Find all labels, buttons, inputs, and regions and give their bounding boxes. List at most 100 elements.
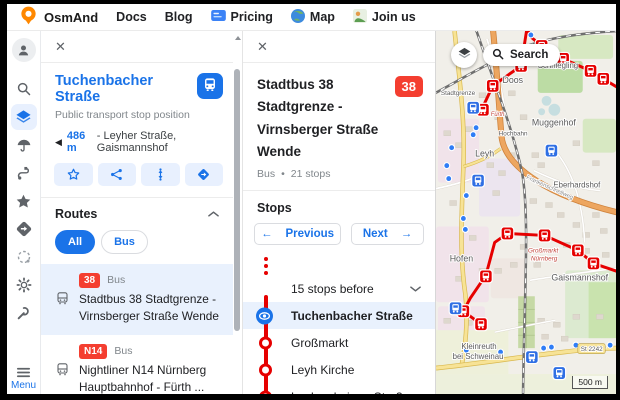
stop-row[interactable]: Großmarkt: [243, 329, 435, 356]
nav-docs[interactable]: Docs: [116, 10, 147, 24]
favorite-button[interactable]: [54, 163, 93, 186]
collapsed-stops-dots: [243, 254, 435, 276]
nav-join-us[interactable]: Join us: [353, 9, 416, 26]
stop-details-panel: ✕ Tuchenbacher Straße Public transport s…: [41, 31, 233, 394]
route-type: Bus: [114, 345, 132, 357]
rail-item-plan-route[interactable]: [11, 160, 37, 186]
top-navigation-bar: OsmAnd Docs Blog Pricing Map Join us: [7, 4, 616, 30]
share-icon: [110, 168, 123, 181]
directions-button[interactable]: [185, 163, 224, 186]
brand[interactable]: OsmAnd: [20, 6, 98, 28]
stop-row[interactable]: Leyh Kirche: [243, 356, 435, 383]
blue-bus-stop-icon: [467, 101, 480, 114]
stop-action-buttons: [41, 154, 233, 197]
chevron-down-icon: [410, 286, 421, 292]
star-outline-icon: [67, 168, 80, 181]
stop-panel-scrollbar[interactable]: [233, 31, 243, 394]
rail-item-tools[interactable]: [11, 300, 37, 326]
stop-name: Großmarkt: [291, 336, 348, 350]
map-place-label: Gaismannshof: [551, 272, 608, 282]
red-bus-stop-icon: [501, 227, 514, 240]
route-type: Bus: [257, 168, 275, 180]
nav-label: Map: [310, 10, 335, 24]
rail-item-settings[interactable]: [11, 272, 37, 298]
red-bus-stop-icon: [475, 318, 488, 331]
transit-point-icon: [449, 145, 455, 151]
search-icon: [492, 48, 504, 63]
transit-point-icon: [528, 32, 534, 38]
app-window: OsmAnd Docs Blog Pricing Map Join us Menu ✕ …: [7, 4, 616, 394]
map-place-label: Großmarkt: [528, 247, 559, 254]
rail-item-weather[interactable]: [11, 132, 37, 158]
track-icon: [16, 249, 32, 265]
route-item-n14[interactable]: N14BusNightliner N14 Nürnberg Hauptbahnh…: [41, 335, 233, 394]
routes-section-header[interactable]: Routes: [41, 198, 233, 228]
route-name: Stadtbus 38 Stadtgrenze - Virnsberger St…: [79, 291, 223, 325]
nav-map[interactable]: Map: [291, 9, 335, 26]
route-list: 38 Bus Stadtbus 38 Stadtgrenze - Virnsberg…: [41, 264, 233, 394]
blue-bus-stop-icon: [526, 351, 539, 364]
stop-name: Tuchenbacher Straße: [291, 309, 413, 323]
stop-row[interactable]: Tuchenbacher Straße: [243, 302, 435, 329]
share-button[interactable]: [98, 163, 137, 186]
stop-row[interactable]: Lenkersheimer Straße: [243, 383, 435, 394]
previous-stop-button[interactable]: ← Previous: [254, 223, 341, 245]
red-bus-stop-icon: [538, 229, 551, 242]
route-stop-count: 21 stops: [291, 168, 331, 180]
transit-point-icon: [460, 215, 466, 221]
menu-label: Menu: [11, 380, 36, 391]
route-type: Bus: [107, 274, 125, 286]
route-badge: 38: [79, 273, 100, 288]
nav-pricing[interactable]: Pricing: [211, 10, 273, 24]
wrench-icon: [16, 305, 32, 321]
rail-item-map-layers[interactable]: [11, 104, 37, 130]
bus-outline-icon: [55, 272, 70, 325]
rail-item-search[interactable]: [11, 76, 37, 102]
map-search[interactable]: Search: [483, 44, 560, 66]
nav-label: Pricing: [231, 10, 273, 24]
distance-address: - Leyher Straße, Gaismannshof: [97, 130, 219, 154]
scroll-up-arrow-icon[interactable]: [235, 36, 241, 40]
gear-icon: [16, 277, 32, 293]
nav-label: Blog: [165, 10, 193, 24]
close-icon[interactable]: ✕: [55, 40, 66, 53]
stop-marker-icon: [259, 390, 272, 394]
arrow-left-icon: ←: [261, 228, 273, 240]
measure-icon: [154, 168, 167, 181]
transit-point-icon: [446, 176, 452, 182]
rail-item-track-recorder[interactable]: [11, 244, 37, 270]
map-style-button[interactable]: [451, 42, 477, 68]
map-place-label: Leyh: [475, 149, 494, 159]
menu-button[interactable]: Menu: [7, 364, 40, 391]
left-icon-rail: Menu: [7, 31, 41, 394]
osmand-logo-icon: [20, 6, 37, 28]
rail-item-navigation[interactable]: [11, 216, 37, 242]
directions-icon: [197, 168, 210, 181]
stops-before-toggle[interactable]: 15 stops before: [243, 276, 435, 302]
route-item-38[interactable]: 38 Bus Stadtbus 38 Stadtgrenze - Virnsberg…: [41, 264, 233, 335]
bearing-icon: ◀: [55, 137, 62, 148]
map-canvas[interactable]: DoosSchnieglingMuggenhofLeyhEberhardshof…: [436, 31, 616, 394]
next-stop-button[interactable]: Next →: [351, 223, 424, 245]
map[interactable]: DoosSchnieglingMuggenhofLeyhEberhardshof…: [436, 31, 616, 394]
filter-chip-bus[interactable]: Bus: [101, 230, 148, 254]
blue-bus-stop-icon: [545, 144, 558, 157]
chevron-up-icon: [208, 211, 219, 217]
star-icon: [15, 193, 32, 210]
transit-point-icon: [541, 345, 547, 351]
close-icon[interactable]: ✕: [257, 40, 268, 53]
scrollbar-thumb[interactable]: [234, 69, 240, 331]
map-place-label: St 2242: [581, 346, 603, 353]
search-label: Search: [510, 49, 548, 61]
transport-stop-button[interactable]: [197, 73, 223, 99]
nav-blog[interactable]: Blog: [165, 10, 193, 24]
stop-name: Leyh Kirche: [291, 363, 354, 377]
top-nav-links: Docs Blog Pricing Map Join us: [116, 9, 416, 26]
measure-button[interactable]: [141, 163, 180, 186]
transit-point-icon: [462, 226, 468, 232]
filter-chip-all[interactable]: All: [55, 230, 95, 254]
rail-item-account[interactable]: [12, 38, 36, 62]
map-place-label: Stadtgrenze: [441, 90, 476, 97]
rail-item-favorites[interactable]: [11, 188, 37, 214]
layers-icon: [457, 46, 472, 64]
